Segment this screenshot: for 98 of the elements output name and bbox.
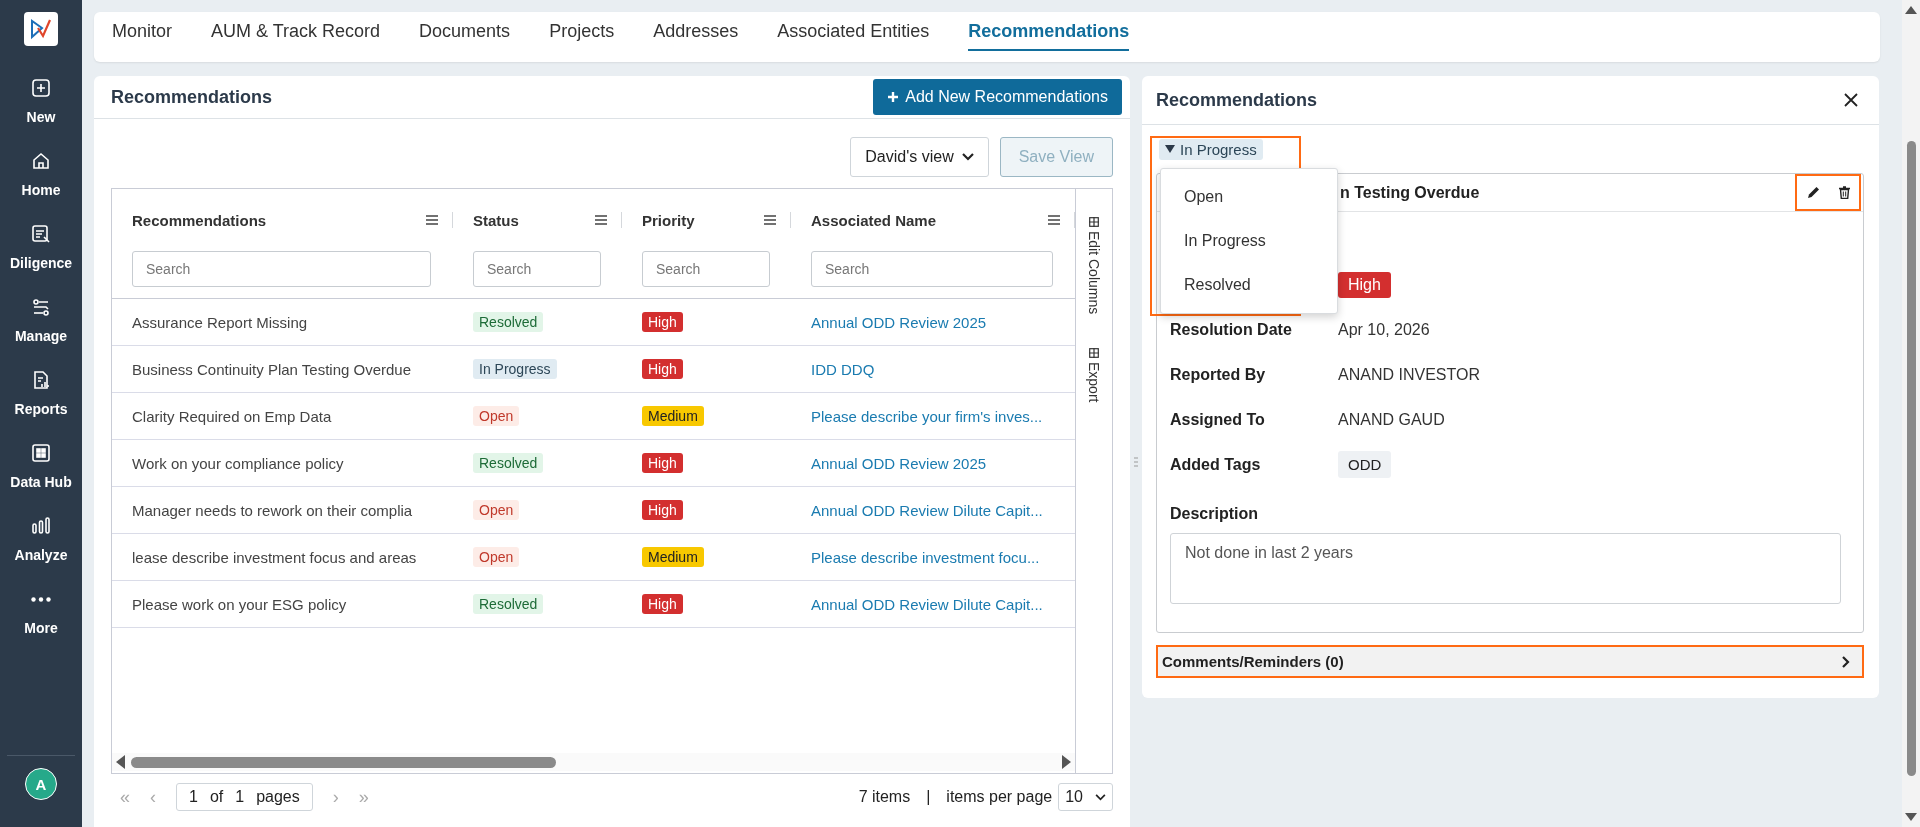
nav-item[interactable]: New [26, 77, 56, 150]
tab[interactable]: AUM & Track Record [211, 12, 381, 51]
search-field[interactable]: Search [473, 251, 601, 287]
search-field[interactable]: Search [642, 251, 770, 287]
associated-name-link[interactable]: IDD DDQ [811, 360, 875, 378]
export-button[interactable]: Export [1086, 348, 1102, 403]
horizontal-scrollbar[interactable] [112, 753, 1075, 771]
associated-name-link[interactable]: Please describe your firm's inves... [811, 407, 1043, 425]
field-value: Apr 10, 2026 [1338, 320, 1430, 339]
tab[interactable]: Projects [549, 12, 615, 51]
nav-item[interactable]: More [24, 588, 58, 661]
page-field[interactable]: 1 of 1 pages [176, 783, 313, 811]
columns-icon [1089, 217, 1099, 227]
field-label: Resolution Date [1170, 320, 1293, 339]
house-icon [30, 150, 52, 172]
nav-item[interactable]: Diligence [9, 223, 73, 296]
field-label: Added Tags [1170, 455, 1262, 474]
add-button[interactable]: Add New Recommendations [873, 79, 1122, 115]
tag-chip: ODD [1338, 451, 1392, 478]
associated-name-link[interactable]: Annual ODD Review Dilute Capit... [811, 501, 1043, 519]
grid-icon [30, 442, 52, 464]
status-dropdown[interactable]: In Progress [1159, 138, 1263, 160]
status-badge: Open [473, 406, 520, 426]
nav-item[interactable]: Data Hub [10, 442, 72, 515]
chevron-right-icon [1842, 655, 1850, 668]
priority-badge: High [642, 359, 683, 379]
separator-text: | [926, 788, 931, 806]
plus-icon [887, 91, 900, 103]
associated-name-link[interactable]: Annual ODD Review Dilute Capit... [811, 595, 1043, 613]
comments-section-toggle[interactable]: Comments/Reminders (0) [1156, 645, 1864, 678]
priority-badge: High [642, 594, 683, 614]
field-value: ANAND INVESTOR [1338, 365, 1480, 384]
associated-name-link[interactable]: Annual ODD Review 2025 [811, 313, 987, 331]
description-field[interactable]: Not done in last 2 years [1170, 533, 1841, 604]
chevron-down-icon [961, 153, 974, 161]
column-header: Status [473, 211, 520, 229]
card-title: n Testing Overdue [1340, 183, 1481, 202]
per-page-select[interactable]: 10 [1058, 783, 1113, 811]
per-page-label: items per page [946, 788, 1053, 806]
more-icon [31, 596, 51, 602]
field-label: Reported By [1170, 365, 1267, 384]
nav-item[interactable]: Reports [14, 369, 68, 442]
status-badge: In Progress [473, 359, 557, 379]
table-cell: Manager needs to rework on their complia [132, 501, 413, 519]
field-label: Assigned To [1170, 410, 1266, 429]
chevron-down-icon [1095, 793, 1106, 801]
table-cell: Business Continuity Plan Testing Overdue [132, 360, 412, 378]
pencil-icon[interactable] [1807, 186, 1820, 199]
priority-badge: Medium [642, 406, 704, 426]
priority-badge: High [642, 312, 683, 332]
status-badge: Open [473, 547, 520, 567]
search-field[interactable]: Search [811, 251, 1053, 287]
document-search-icon [30, 223, 52, 245]
close-icon[interactable] [1843, 92, 1859, 108]
resize-grip-icon[interactable] [1134, 456, 1138, 468]
table-cell: Assurance Report Missing [132, 313, 308, 331]
status-badge: Resolved [473, 453, 544, 473]
nav-item[interactable]: Home [21, 150, 61, 223]
logo-icon[interactable] [24, 12, 58, 46]
status-badge: Resolved [473, 594, 544, 614]
view-select[interactable]: David's view [850, 137, 989, 177]
menu-item[interactable]: Resolved [1161, 263, 1337, 307]
panel-title: Recommendations [111, 86, 274, 108]
associated-name-link[interactable]: Please describe investment focu... [811, 548, 1040, 566]
priority-badge: High [1338, 271, 1391, 298]
status-badge: Open [473, 500, 520, 520]
vertical-scrollbar[interactable] [1902, 0, 1920, 827]
trash-icon[interactable] [1839, 186, 1850, 199]
search-field[interactable]: Search [132, 251, 431, 287]
field-label: Description [1170, 505, 1259, 523]
menu-item[interactable]: Open [1161, 175, 1337, 219]
table-cell: Work on your compliance policy [132, 454, 344, 472]
associated-name-link[interactable]: Annual ODD Review 2025 [811, 454, 987, 472]
tab[interactable]: Recommendations [968, 12, 1130, 51]
column-header: Priority [642, 211, 696, 229]
table-cell: Clarity Required on Emp Data [132, 407, 332, 425]
priority-badge: Medium [642, 547, 704, 567]
status-badge: Resolved [473, 312, 544, 332]
nav-item[interactable]: Manage [14, 296, 68, 369]
item-count: 7 items [858, 788, 911, 806]
bar-chart-icon [30, 515, 52, 537]
column-header: Recommendations [132, 211, 268, 229]
edit-columns-button[interactable]: Edit Columns [1086, 217, 1102, 315]
priority-badge: High [642, 500, 683, 520]
field-value: ANAND GAUD [1338, 410, 1445, 429]
table-cell: Please work on your ESG policy [132, 595, 347, 613]
nav-item[interactable]: Analyze [14, 515, 68, 588]
priority-badge: High [642, 453, 683, 473]
panel-title: Recommendations [1156, 89, 1319, 111]
sliders-icon [30, 296, 52, 318]
column-header: Associated Name [811, 211, 938, 229]
plus-square-icon [30, 77, 52, 99]
menu-item[interactable]: In Progress [1161, 219, 1337, 263]
tab[interactable]: Addresses [653, 12, 739, 51]
table-cell: lease describe investment focus and areas [132, 548, 417, 566]
tab[interactable]: Monitor [112, 12, 173, 51]
tab[interactable]: Documents [419, 12, 511, 51]
tab[interactable]: Associated Entities [777, 12, 930, 51]
